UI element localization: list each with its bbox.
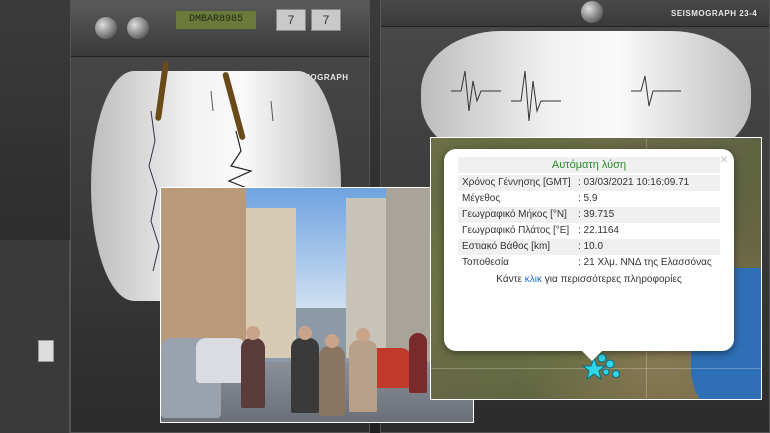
- origin-time-value: : 03/03/2021 10:16:09.71: [578, 177, 690, 188]
- digital-display: DMBAR8985: [176, 11, 256, 29]
- location-value: : 21 Χλμ. ΝΝΔ της Ελασσόνας: [578, 257, 712, 268]
- depth-label: Εστιακό Βάθος [km]: [462, 241, 551, 252]
- person: [291, 338, 319, 413]
- info-row: Μέγεθος : 5.9: [458, 191, 720, 207]
- person: [349, 340, 377, 412]
- info-table: Χρόνος Γέννησης [GMT] : 03/03/2021 10:16…: [458, 175, 720, 271]
- longitude-value: : 22.1164: [578, 225, 619, 236]
- origin-time-label: Χρόνος Γέννησης [GMT]: [462, 177, 571, 188]
- control-panel: DMBAR8985 7 7: [71, 1, 369, 57]
- knob: [95, 17, 117, 39]
- person-head: [298, 326, 312, 340]
- person-head: [356, 328, 370, 342]
- earthquake-info-popup: × Αυτόματη λύση Χρόνος Γέννησης [GMT] : …: [444, 149, 734, 361]
- depth-value: : 10.0: [578, 241, 604, 252]
- more-info-line: Κάντε κλικ για περισσότερες πληροφορίες: [458, 274, 720, 285]
- info-row: Χρόνος Γέννησης [GMT] : 03/03/2021 10:16…: [458, 175, 720, 191]
- person: [319, 346, 345, 416]
- street-photo: [160, 187, 474, 423]
- car: [196, 338, 246, 383]
- more-info-link[interactable]: κλικ: [525, 274, 542, 285]
- popup-title: Αυτόματη λύση: [458, 157, 720, 173]
- location-label: Τοποθεσία: [462, 257, 509, 268]
- connector: [38, 340, 54, 362]
- knob: [127, 17, 149, 39]
- info-row: Γεωγραφικό Μήκος [°N] : 39.715: [458, 207, 720, 223]
- latitude-label: Γεωγραφικό Μήκος [°N]: [462, 209, 567, 220]
- person-head: [325, 334, 339, 348]
- longitude-label: Γεωγραφικό Πλάτος [°E]: [462, 225, 570, 236]
- knob: [581, 1, 603, 23]
- person-head: [246, 326, 260, 340]
- gauge: 7: [276, 9, 306, 31]
- close-icon[interactable]: ×: [720, 151, 728, 167]
- info-row: Γεωγραφικό Πλάτος [°E] : 22.1164: [458, 223, 720, 239]
- side-panel: [0, 240, 70, 433]
- more-info-suffix: για περισσότερες πληροφορίες: [542, 274, 682, 285]
- magnitude-label: Μέγεθος: [462, 193, 501, 204]
- latitude-value: : 39.715: [578, 209, 615, 220]
- person: [241, 338, 265, 408]
- magnitude-value: : 5.9: [578, 193, 598, 204]
- info-row: Εστιακό Βάθος [km] : 10.0: [458, 239, 720, 255]
- machine-label: SEISMOGRAPH 23-4: [671, 9, 758, 18]
- more-info-prefix: Κάντε: [496, 274, 525, 285]
- person: [409, 333, 427, 393]
- gauge: 7: [311, 9, 341, 31]
- info-row: Τοποθεσία : 21 Χλμ. ΝΝΔ της Ελασσόνας: [458, 255, 720, 271]
